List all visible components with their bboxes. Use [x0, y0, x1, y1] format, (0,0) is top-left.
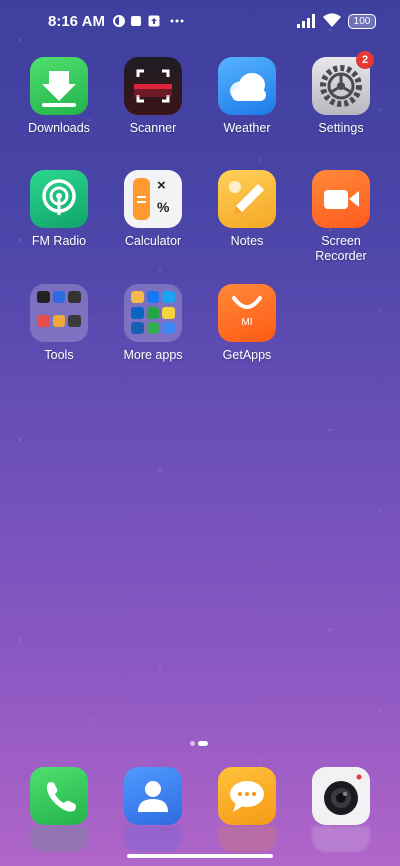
app-label: Notes: [230, 234, 264, 248]
dock-camera[interactable]: [312, 767, 370, 825]
wifi-icon: [323, 13, 341, 27]
app-label: Calculator: [124, 234, 182, 248]
contacts-icon: [138, 781, 168, 812]
status-bar: 8:16 AM 100: [0, 0, 400, 44]
signal-icon: [297, 14, 315, 28]
app-label: Scanner: [129, 121, 177, 135]
getapps-icon: MI: [218, 284, 276, 342]
battery-indicator: 100: [348, 14, 376, 29]
app-label: GetApps: [222, 348, 272, 362]
app-label: Tools: [44, 348, 74, 362]
dock-reflection: [218, 826, 276, 852]
app-label: Settings: [318, 121, 364, 135]
dock-phone[interactable]: [30, 767, 88, 825]
fm-radio-icon: [30, 170, 88, 228]
dock-reflection: [312, 826, 370, 852]
status-time: 8:16 AM: [48, 13, 105, 30]
screen-recorder-icon: [312, 170, 370, 228]
dock-reflection: [124, 826, 182, 852]
app-weather[interactable]: Weather: [200, 57, 294, 136]
app-getapps[interactable]: MI GetApps: [200, 284, 294, 363]
folder-tools[interactable]: Tools: [12, 284, 106, 363]
more-apps-folder-icon: [124, 284, 182, 342]
messages-icon: [230, 781, 264, 812]
notification-square-icon: [131, 16, 141, 26]
data-saver-icon: [113, 15, 125, 27]
app-scanner[interactable]: Scanner: [106, 57, 200, 136]
app-screen-recorder[interactable]: Screen Recorder: [294, 170, 388, 264]
phone-icon: [47, 782, 76, 812]
tools-folder-icon: [30, 284, 88, 342]
page-dot-active: [198, 741, 208, 746]
page-dot: [190, 741, 195, 746]
notification-badge: 2: [356, 51, 374, 69]
app-notes[interactable]: Notes: [200, 170, 294, 249]
page-indicator: [190, 733, 211, 751]
app-label: More apps: [123, 348, 183, 362]
app-settings[interactable]: 2 Settings: [294, 51, 388, 136]
app-downloads[interactable]: Downloads: [12, 57, 106, 136]
dock-reflection: [30, 826, 88, 852]
upload-notification-icon: [148, 15, 160, 27]
camera-icon: [324, 774, 362, 815]
app-label: Weather: [223, 121, 271, 135]
home-indicator-bar[interactable]: [127, 854, 273, 858]
more-notifications-icon: [170, 19, 184, 23]
multiply-symbol: ×: [157, 177, 166, 194]
crescent-moon: [178, 398, 222, 448]
weather-icon: [218, 57, 276, 115]
app-calculator[interactable]: × % Calculator: [106, 170, 200, 249]
downloads-icon: [30, 57, 88, 115]
notes-icon: [218, 170, 276, 228]
percent-symbol: %: [157, 199, 170, 215]
app-label: Downloads: [28, 121, 90, 135]
app-label: FM Radio: [31, 234, 87, 248]
folder-more-apps[interactable]: More apps: [106, 284, 200, 363]
dock-messages[interactable]: [218, 767, 276, 825]
calculator-icon: × %: [124, 170, 182, 228]
app-label: Screen Recorder: [315, 234, 367, 263]
dock-contacts[interactable]: [124, 767, 182, 825]
getapps-logo-text: MI: [241, 317, 253, 328]
app-fm-radio[interactable]: FM Radio: [12, 170, 106, 249]
scanner-icon: [124, 57, 182, 115]
